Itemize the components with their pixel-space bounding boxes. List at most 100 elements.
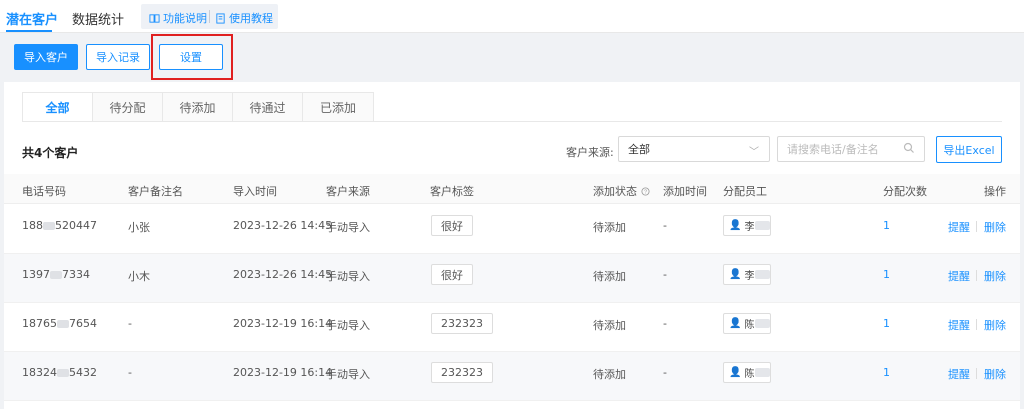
employee-chip: 👤 李 (723, 264, 771, 285)
source-cell: 手动导入 (326, 368, 370, 381)
delete-link[interactable]: 删除 (984, 366, 1006, 382)
tutorial-label: 使用教程 (229, 12, 273, 25)
employee-chip: 👤 李 (723, 215, 771, 236)
status-cell: 待添加 (593, 319, 626, 332)
help-circle-icon[interactable]: ? (640, 187, 650, 196)
delete-link[interactable]: 删除 (984, 268, 1006, 284)
export-excel-button[interactable]: 导出Excel (936, 136, 1002, 163)
remark-cell: - (128, 366, 132, 379)
tab-pending-approval[interactable]: 待通过 (233, 93, 303, 121)
remind-link[interactable]: 提醒 (948, 366, 970, 382)
employee-chip: 👤 陈 (723, 313, 771, 334)
import-time-cell: 2023-12-26 14:45 (233, 219, 333, 232)
import-records-button[interactable]: 导入记录 (86, 44, 150, 70)
customer-count: 共4个客户 (22, 146, 79, 160)
status-cell: 待添加 (593, 368, 626, 381)
divider (976, 221, 977, 232)
remark-cell: 小张 (128, 221, 150, 234)
masked-name (755, 319, 770, 328)
divider (976, 368, 977, 379)
add-time-cell: - (663, 317, 667, 330)
search-icon[interactable] (903, 142, 915, 154)
tutorial-link[interactable]: 使用教程 (215, 10, 273, 26)
col-remark: 客户备注名 (128, 185, 183, 198)
add-time-cell: - (663, 268, 667, 281)
remark-cell: - (128, 317, 132, 330)
delete-link[interactable]: 删除 (984, 219, 1006, 235)
import-customers-button[interactable]: 导入客户 (14, 44, 78, 70)
phone-cell: 1397 7334 (22, 268, 90, 281)
customer-tag: 很好 (431, 215, 473, 236)
assign-count-cell: 1 (883, 268, 890, 281)
main-card: 全部 待分配 待添加 待通过 已添加 共4个客户 客户来源: 全部 ﹀ 请搜索电… (4, 82, 1020, 409)
user-icon: 👤 (729, 318, 742, 329)
svg-text:?: ? (644, 190, 647, 196)
help-links: 功能说明 使用教程 (141, 4, 278, 29)
document-icon (216, 12, 225, 24)
col-source: 客户来源 (326, 185, 370, 198)
masked-digits (57, 369, 69, 377)
remind-link[interactable]: 提醒 (948, 317, 970, 333)
user-icon: 👤 (729, 367, 742, 378)
table-row: 18765 7654 - 2023-12-19 16:14 手动导入 232323… (4, 303, 1020, 352)
status-tabs: 全部 待分配 待添加 待通过 已添加 (22, 92, 374, 122)
delete-link[interactable]: 删除 (984, 317, 1006, 333)
masked-name (755, 221, 770, 230)
user-icon: 👤 (729, 220, 742, 231)
feature-description-link[interactable]: 功能说明 (149, 10, 207, 26)
source-cell: 手动导入 (326, 270, 370, 283)
source-select-value: 全部 (628, 143, 650, 156)
phone-cell: 18765 7654 (22, 317, 97, 330)
tab-added[interactable]: 已添加 (303, 93, 373, 121)
divider (976, 270, 977, 281)
remind-link[interactable]: 提醒 (948, 219, 970, 235)
col-employee: 分配员工 (723, 185, 767, 198)
import-time-cell: 2023-12-19 16:14 (233, 366, 333, 379)
remark-cell: 小木 (128, 270, 150, 283)
table-header: 电话号码 客户备注名 导入时间 客户来源 客户标签 添加状态 ? 添加时间 分配… (4, 174, 1020, 204)
assign-count-cell: 1 (883, 366, 890, 379)
table-row: 1397 7334 小木 2023-12-26 14:45 手动导入 很好 待添加… (4, 254, 1020, 303)
import-time-cell: 2023-12-26 14:45 (233, 268, 333, 281)
tab-data-statistics[interactable]: 数据统计 (72, 9, 124, 28)
customer-tag: 232323 (431, 362, 493, 383)
source-cell: 手动导入 (326, 221, 370, 234)
customer-tag: 很好 (431, 264, 473, 285)
tab-potential-customers[interactable]: 潜在客户 (6, 9, 58, 28)
phone-cell: 18324 5432 (22, 366, 97, 379)
source-select[interactable]: 全部 ﹀ (618, 136, 770, 162)
col-add-time: 添加时间 (663, 185, 707, 198)
settings-highlight-box (151, 34, 233, 80)
source-filter-label: 客户来源: (566, 146, 614, 159)
import-time-cell: 2023-12-19 16:14 (233, 317, 333, 330)
masked-digits (57, 320, 69, 328)
search-input[interactable]: 请搜索电话/备注名 (777, 136, 925, 162)
employee-chip: 👤 陈 (723, 362, 771, 383)
divider (976, 319, 977, 330)
masked-name (755, 270, 770, 279)
feature-description-label: 功能说明 (163, 12, 207, 25)
status-cell: 待添加 (593, 270, 626, 283)
tabs-divider (22, 121, 1002, 122)
assign-count-cell: 1 (883, 219, 890, 232)
customer-tag: 232323 (431, 313, 493, 334)
tab-pending-add[interactable]: 待添加 (163, 93, 233, 121)
masked-digits (43, 222, 55, 230)
table-row: 188 520447 小张 2023-12-26 14:45 手动导入 很好 待添… (4, 205, 1020, 254)
active-tab-indicator (6, 30, 52, 32)
remind-link[interactable]: 提醒 (948, 268, 970, 284)
col-assign-count: 分配次数 (883, 185, 927, 198)
source-cell: 手动导入 (326, 319, 370, 332)
masked-name (755, 368, 770, 377)
add-time-cell: - (663, 219, 667, 232)
top-bar: 潜在客户 数据统计 功能说明 使用教程 (0, 0, 1024, 33)
divider (209, 10, 210, 23)
assign-count-cell: 1 (883, 317, 890, 330)
col-add-status: 添加状态 ? (593, 183, 650, 199)
add-time-cell: - (663, 366, 667, 379)
col-tags: 客户标签 (430, 185, 474, 198)
tab-pending-assign[interactable]: 待分配 (93, 93, 163, 121)
col-phone: 电话号码 (22, 185, 66, 198)
tab-all[interactable]: 全部 (23, 93, 93, 121)
book-icon (149, 13, 160, 23)
